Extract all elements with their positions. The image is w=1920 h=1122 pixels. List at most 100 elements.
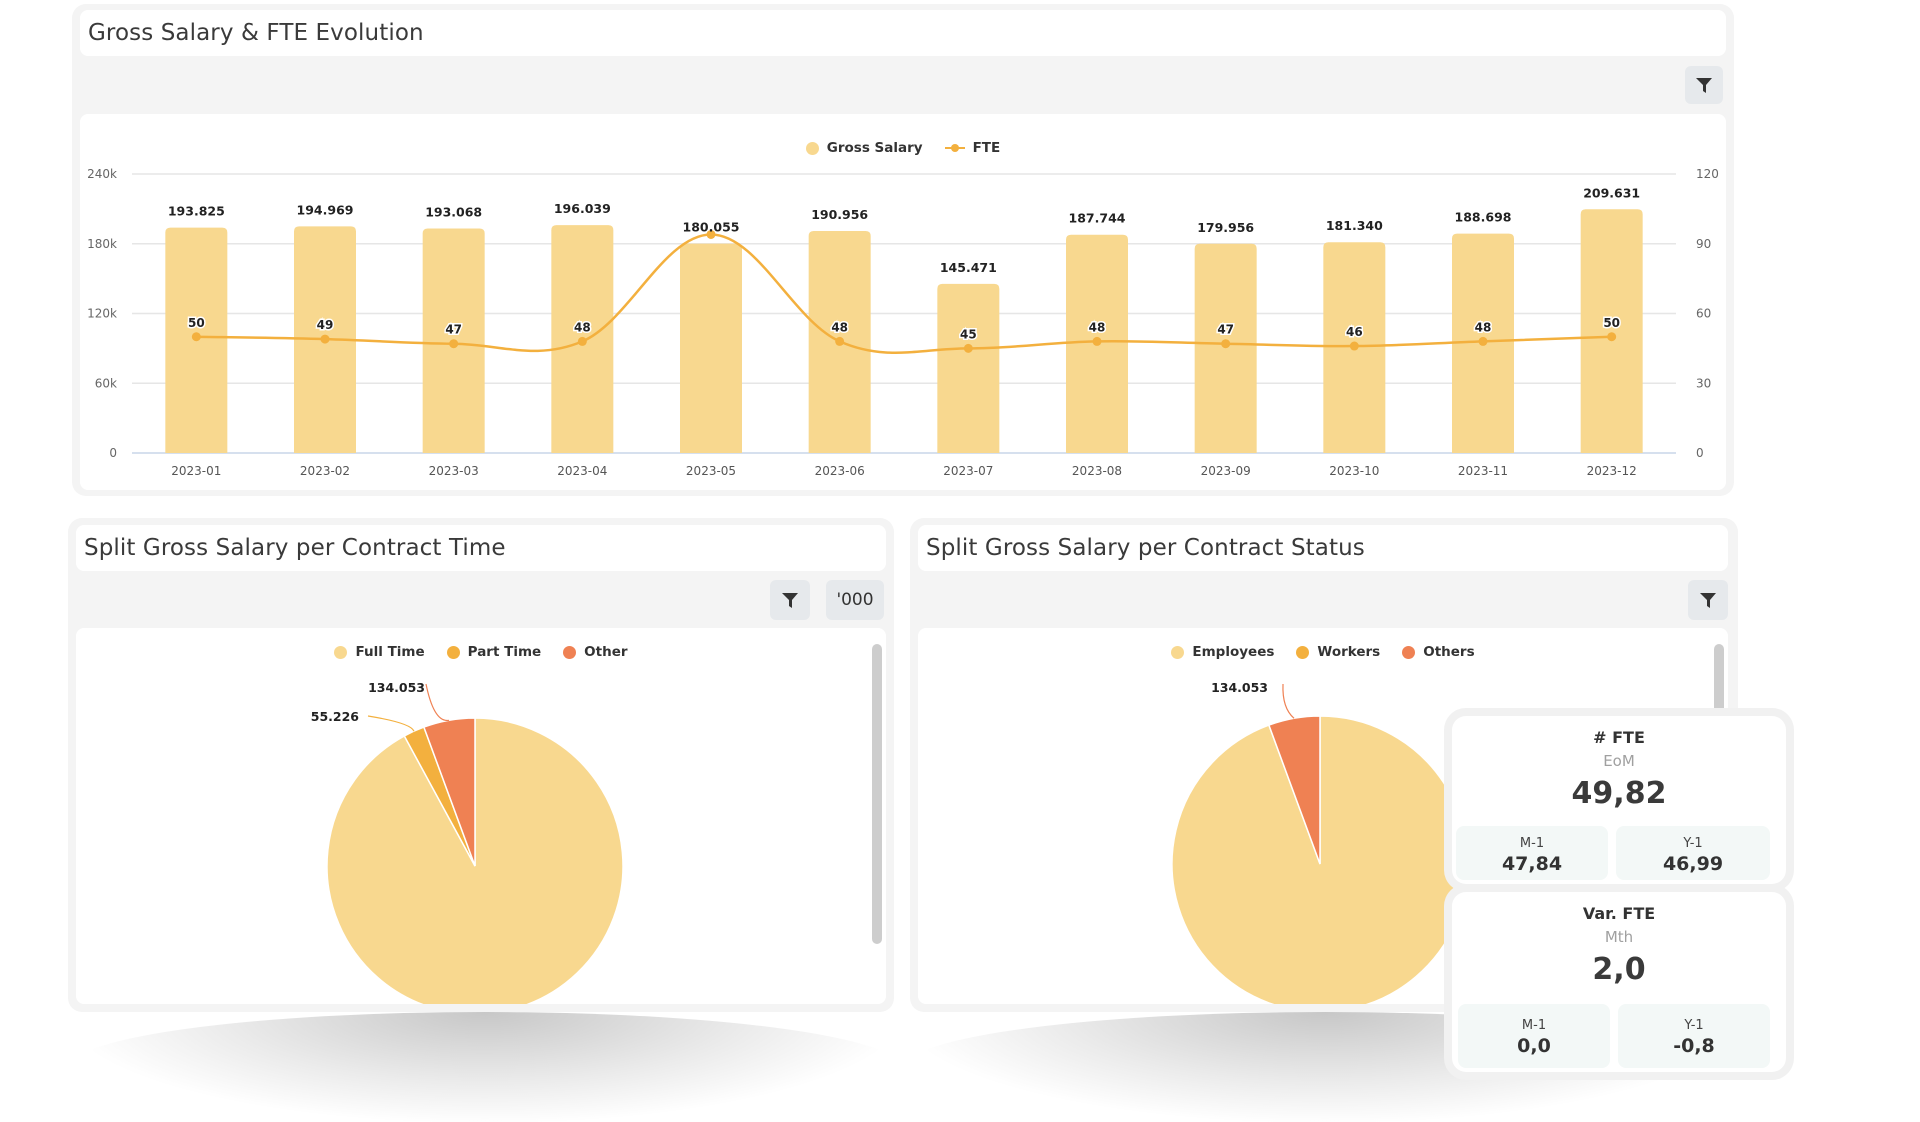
bar-value-label: 180.055: [683, 220, 740, 235]
x-tick-label: 2023-06: [815, 464, 865, 478]
x-tick-label: 2023-11: [1458, 464, 1508, 478]
card-title: Split Gross Salary per Contract Time: [84, 535, 506, 561]
kpi-m1-label: M-1: [1521, 1018, 1547, 1033]
fte-value-label: 50: [188, 316, 205, 330]
fte-point: [1607, 332, 1617, 342]
kpi-y1-label: Y-1: [1684, 1018, 1704, 1033]
fte-value-label: 48: [1475, 320, 1492, 334]
kpi-y1-label: Y-1: [1683, 836, 1703, 851]
pie-value-label: 55.226: [311, 709, 360, 724]
fte-point: [835, 336, 845, 346]
filter-button[interactable]: [1688, 580, 1728, 620]
y-tick-right: 120: [1696, 167, 1719, 181]
bar: [680, 243, 742, 453]
kpi-card-fte: # FTE EoM 49,82 M-1 47,84 Y-1 46,99: [1452, 716, 1786, 884]
kpi-m1-value: 0,0: [1517, 1035, 1551, 1057]
x-tick-label: 2023-03: [429, 464, 479, 478]
bar-value-label: 193.068: [425, 205, 482, 220]
salary-fte-chart: 0 60k 120k 180k 240k 0 30 60 90 120 2023-01 2023-02…: [87, 167, 1719, 478]
y-tick-right: 90: [1696, 237, 1711, 251]
filter-icon: [782, 593, 798, 608]
filter-icon: [1700, 593, 1716, 608]
x-tick-label: 2023-09: [1201, 464, 1251, 478]
bar: [1194, 243, 1257, 453]
bar-value-label: 179.956: [1197, 220, 1254, 235]
pie-connector: [367, 715, 415, 732]
fte-value-label: 48: [574, 320, 591, 334]
filter-button[interactable]: [770, 580, 810, 620]
x-tick-label: 2023-04: [557, 464, 607, 478]
card-title-bar: Split Gross Salary per Contract Time: [76, 525, 886, 571]
pie-connector: [1282, 683, 1295, 719]
fte-value-label: 45: [960, 327, 977, 341]
y-tick-left: 240k: [87, 167, 117, 181]
y-tick-right: 30: [1696, 376, 1711, 390]
kpi-card-var-fte: Var. FTE Mth 2,0 M-1 0,0 Y-1 -0,8: [1452, 892, 1786, 1072]
x-tick-label: 2023-05: [686, 464, 736, 478]
y-tick-left: 0: [109, 446, 117, 460]
card-shadow: [70, 1012, 900, 1122]
bar-value-label: 194.969: [297, 202, 354, 217]
card-title: Split Gross Salary per Contract Status: [926, 535, 1365, 561]
fte-point: [1221, 339, 1231, 349]
bar-value-label: 145.471: [940, 260, 997, 275]
kpi-m1-label: M-1: [1519, 836, 1545, 851]
kpi-y1-value: -0,8: [1673, 1035, 1715, 1057]
x-tick-label: 2023-12: [1587, 464, 1637, 478]
fte-value-label: 47: [1217, 323, 1234, 337]
y-tick-left: 120k: [87, 307, 117, 321]
y-tick-right: 60: [1696, 307, 1711, 321]
bar-value-label: 209.631: [1583, 185, 1640, 200]
fte-point: [1478, 336, 1488, 346]
fte-point: [963, 343, 973, 353]
card-title-bar: Split Gross Salary per Contract Status: [918, 525, 1728, 571]
kpi-value: 2,0: [1592, 952, 1646, 987]
kpi-m1-value: 47,84: [1501, 853, 1563, 875]
thousands-unit-button[interactable]: '000: [826, 580, 884, 620]
fte-point: [449, 339, 459, 349]
fte-point: [320, 334, 330, 344]
kpi-m1-box: M-1 47,84: [1456, 826, 1608, 880]
kpi-subtitle: EoM: [1603, 752, 1635, 770]
fte-line: [196, 233, 1612, 354]
x-tick-label: 2023-08: [1072, 464, 1122, 478]
bar-value-label: 193.825: [168, 204, 225, 219]
fte-point: [191, 332, 201, 342]
bar-value-label: 196.039: [554, 201, 611, 216]
bar-value-label: 188.698: [1455, 210, 1512, 225]
pie-connector: [425, 683, 450, 721]
x-tick-label: 2023-02: [300, 464, 350, 478]
fte-value-label: 46: [1346, 325, 1363, 339]
kpi-title: Var. FTE: [1582, 904, 1656, 923]
unit-label: '000: [836, 590, 874, 610]
bar-value-label: 181.340: [1326, 218, 1383, 233]
fte-value-label: 48: [1089, 320, 1106, 334]
bar-value-label: 187.744: [1069, 211, 1126, 226]
bar: [1580, 209, 1643, 453]
kpi-title: # FTE: [1593, 728, 1645, 747]
y-tick-right: 0: [1696, 446, 1704, 460]
x-tick-label: 2023-07: [943, 464, 993, 478]
fte-value-label: 50: [1603, 316, 1620, 330]
pie-value-label: 134.053: [368, 680, 425, 695]
fte-point: [1092, 336, 1102, 346]
pie-value-label: 134.053: [1211, 680, 1268, 695]
kpi-value: 49,82: [1571, 776, 1667, 811]
kpi-m1-box: M-1 0,0: [1458, 1004, 1610, 1068]
fte-value-label: 48: [831, 320, 848, 334]
x-tick-label: 2023-01: [171, 464, 221, 478]
x-tick-label: 2023-10: [1329, 464, 1379, 478]
contract-time-pie: 55.226 134.053: [311, 680, 624, 1004]
fte-value-label: 47: [445, 323, 462, 337]
bar-value-label: 190.956: [811, 207, 868, 222]
y-tick-left: 60k: [95, 376, 117, 390]
fte-value-label: 49: [317, 318, 334, 332]
kpi-y1-box: Y-1 46,99: [1616, 826, 1770, 880]
kpi-subtitle: Mth: [1604, 928, 1634, 946]
fte-point: [577, 336, 587, 346]
kpi-y1-value: 46,99: [1662, 853, 1724, 875]
fte-point: [1349, 341, 1359, 351]
bar: [937, 283, 1000, 453]
kpi-y1-box: Y-1 -0,8: [1618, 1004, 1770, 1068]
y-tick-left: 180k: [87, 237, 117, 251]
